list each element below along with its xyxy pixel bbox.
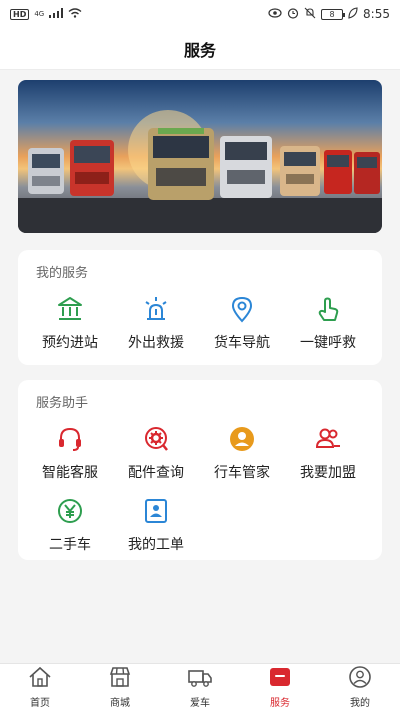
add-user-icon — [313, 424, 343, 454]
hd-indicator: HD — [10, 8, 30, 20]
tab-my-truck[interactable]: 爱车 — [160, 664, 240, 711]
assistant-my-work-orders[interactable]: 我的工单 — [113, 496, 199, 554]
tab-services[interactable]: 服务 — [240, 664, 320, 711]
assistant-label: 行车管家 — [214, 465, 270, 481]
bottom-tab-bar: 首页 商城 爱车 服务 我的 — [0, 663, 400, 711]
store-icon — [108, 666, 132, 692]
assistant-label: 二手车 — [49, 537, 91, 553]
service-roadside-rescue[interactable]: 外出救援 — [113, 294, 199, 352]
profile-icon — [348, 666, 372, 692]
yuan-icon — [55, 496, 85, 526]
tab-home[interactable]: 首页 — [0, 664, 80, 711]
page-header: 服务 — [0, 28, 400, 70]
service-label: 货车导航 — [214, 335, 270, 351]
truck-icon — [187, 666, 213, 692]
assistant-join-franchise[interactable]: 我要加盟 — [285, 424, 371, 482]
service-assistant-card: 服务助手 智能客服 配件查询 行车管家 我要加盟 二手车 我的工单 — [18, 380, 382, 560]
tab-label: 爱车 — [190, 698, 210, 709]
location-pin-icon — [227, 294, 257, 324]
assistant-label: 配件查询 — [128, 465, 184, 481]
tab-label: 首页 — [30, 698, 50, 709]
service-icon — [268, 666, 292, 692]
assistant-label: 我要加盟 — [300, 465, 356, 481]
tab-label: 我的 — [350, 698, 370, 709]
service-one-click-sos[interactable]: 一键呼救 — [285, 294, 371, 352]
tab-label: 商城 — [110, 698, 130, 709]
trucks-banner[interactable] — [18, 80, 382, 233]
leaf-icon — [348, 6, 358, 22]
service-label: 预约进站 — [42, 335, 98, 351]
battery-indicator: 8 — [321, 8, 346, 20]
service-book-station[interactable]: 预约进站 — [27, 294, 113, 352]
signal-icon — [49, 7, 64, 21]
network-type: 4G — [34, 10, 45, 18]
assistant-driving-steward[interactable]: 行车管家 — [199, 424, 285, 482]
station-icon — [55, 294, 85, 324]
page-title: 服务 — [183, 40, 216, 60]
tab-store[interactable]: 商城 — [80, 664, 160, 711]
touch-hand-icon — [313, 294, 343, 324]
headset-icon — [55, 424, 85, 454]
tab-label: 服务 — [270, 698, 290, 709]
rescue-beacon-icon — [141, 294, 171, 324]
my-services-title: 我的服务 — [36, 266, 89, 281]
status-time: 8:55 — [363, 7, 390, 21]
work-order-icon — [141, 496, 171, 526]
assistant-label: 我的工单 — [128, 537, 184, 553]
mute-icon — [304, 7, 316, 22]
status-bar: HD 4G 8 8:55 — [0, 0, 400, 28]
gear-search-icon — [141, 424, 171, 454]
driver-avatar-icon — [227, 424, 257, 454]
home-icon — [28, 666, 52, 692]
eye-icon — [268, 7, 282, 21]
alarm-icon — [287, 7, 299, 22]
assistant-smart-support[interactable]: 智能客服 — [27, 424, 113, 482]
tab-profile[interactable]: 我的 — [320, 664, 400, 711]
wifi-icon — [68, 7, 82, 21]
assistant-parts-lookup[interactable]: 配件查询 — [113, 424, 199, 482]
service-assistant-title: 服务助手 — [36, 396, 89, 411]
my-services-card: 我的服务 预约进站 外出救援 货车导航 一键呼救 — [18, 250, 382, 365]
assistant-used-trucks[interactable]: 二手车 — [27, 496, 113, 554]
assistant-label: 智能客服 — [42, 465, 98, 481]
service-truck-navigation[interactable]: 货车导航 — [199, 294, 285, 352]
service-label: 外出救援 — [128, 335, 184, 351]
service-label: 一键呼救 — [300, 335, 356, 351]
